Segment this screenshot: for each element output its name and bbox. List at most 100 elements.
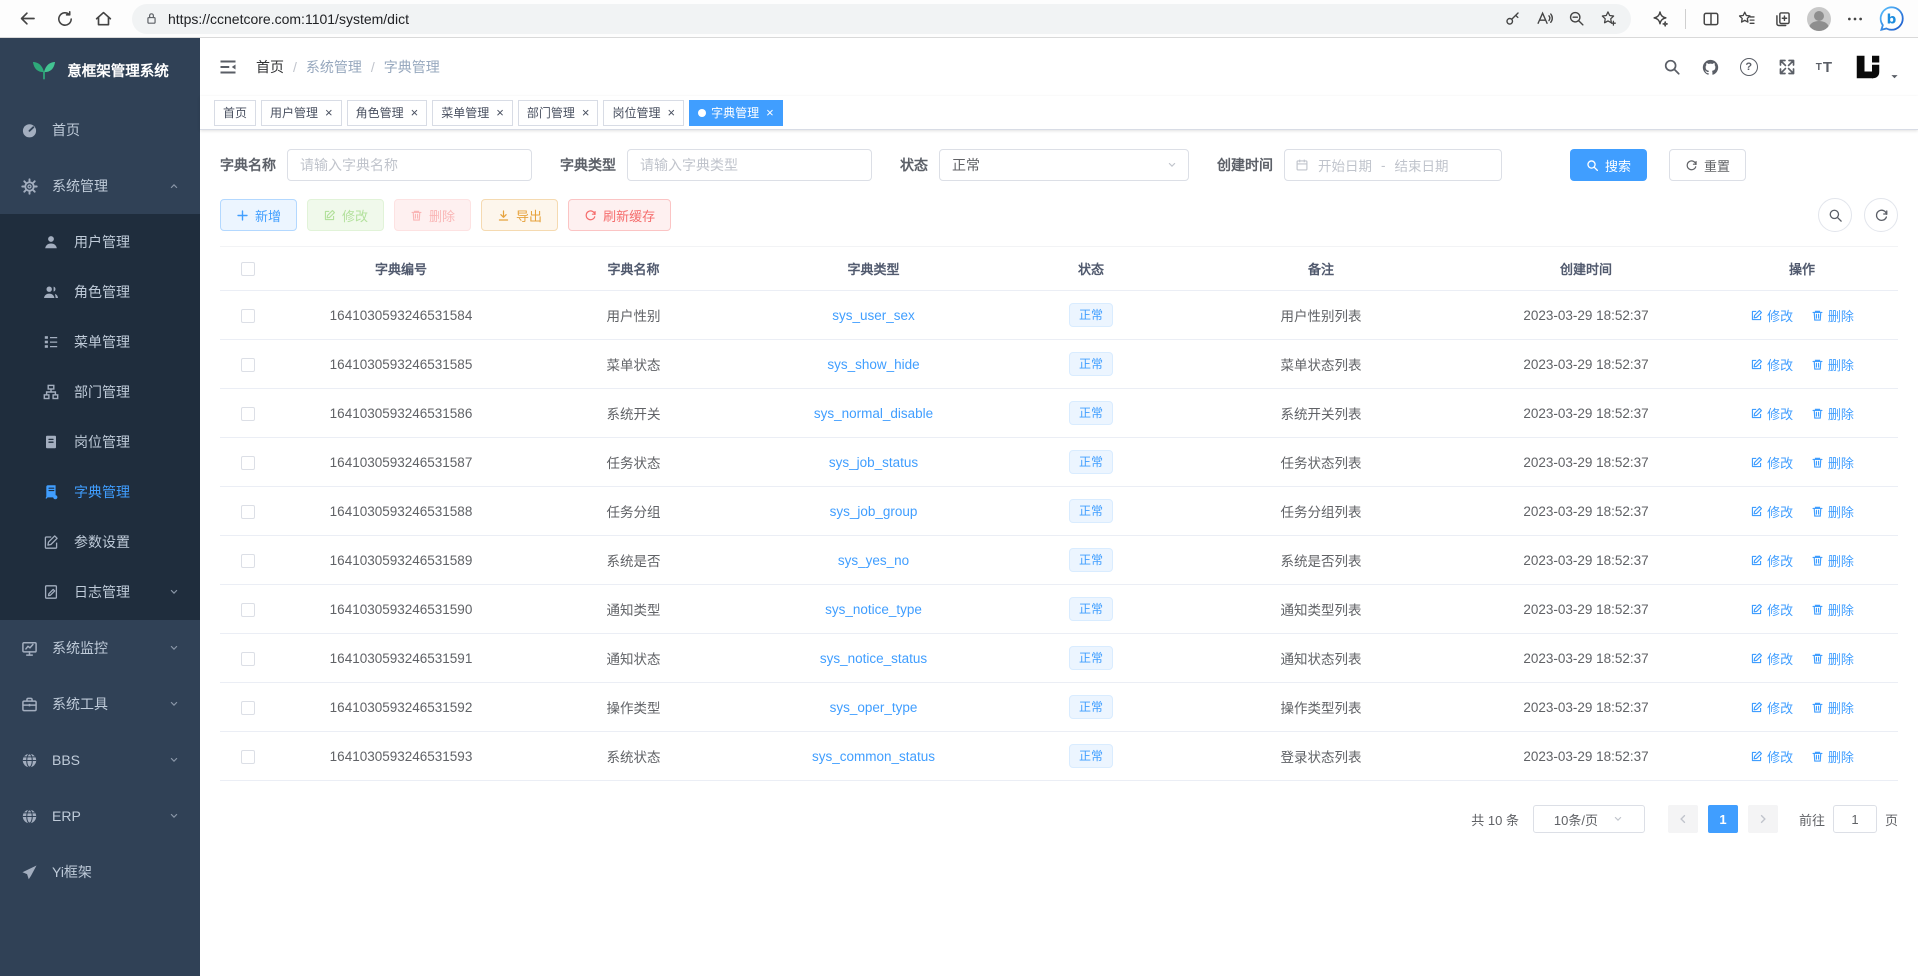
row-edit-button[interactable]: 修改 [1750, 404, 1793, 423]
split-screen-button[interactable] [1694, 3, 1728, 35]
show-search-toggle-button[interactable] [1818, 198, 1852, 232]
dict-type-link[interactable]: sys_yes_no [838, 553, 909, 568]
tab-menu[interactable]: 菜单管理 [432, 100, 513, 126]
row-edit-button[interactable]: 修改 [1750, 306, 1793, 325]
row-edit-button[interactable]: 修改 [1750, 600, 1793, 619]
row-edit-button[interactable]: 修改 [1750, 502, 1793, 521]
date-range-picker[interactable]: 开始日期 - 结束日期 [1284, 149, 1502, 181]
export-button[interactable]: 导出 [481, 199, 558, 231]
dict-type-link[interactable]: sys_show_hide [827, 357, 919, 372]
tab-close-icon[interactable] [496, 106, 504, 119]
prev-page-button[interactable] [1668, 805, 1698, 833]
row-checkbox[interactable] [241, 407, 255, 421]
row-checkbox[interactable] [241, 456, 255, 470]
row-checkbox[interactable] [241, 750, 255, 764]
favorites-button[interactable] [1730, 3, 1764, 35]
dict-type-link[interactable]: sys_user_sex [832, 308, 915, 323]
back-button[interactable] [10, 3, 44, 35]
password-button[interactable] [1497, 6, 1527, 32]
collections-button[interactable] [1766, 3, 1800, 35]
select-all-checkbox[interactable] [241, 262, 255, 276]
row-delete-button[interactable]: 删除 [1811, 747, 1854, 766]
tab-home[interactable]: 首页 [214, 100, 256, 126]
dict-type-link[interactable]: sys_job_group [830, 504, 918, 519]
sidebar-item-dict[interactable]: 字典管理 [0, 467, 200, 517]
dict-type-link[interactable]: sys_common_status [812, 749, 935, 764]
row-edit-button[interactable]: 修改 [1750, 649, 1793, 668]
tab-close-icon[interactable] [766, 106, 774, 119]
sidebar-item-home[interactable]: 首页 [0, 102, 200, 158]
tab-dept[interactable]: 部门管理 [518, 100, 599, 126]
home-button[interactable] [86, 3, 120, 35]
dict-name-input[interactable] [287, 149, 532, 181]
row-checkbox[interactable] [241, 603, 255, 617]
row-delete-button[interactable]: 删除 [1811, 551, 1854, 570]
tab-user[interactable]: 用户管理 [261, 100, 342, 126]
reload-button[interactable] [48, 3, 82, 35]
row-delete-button[interactable]: 删除 [1811, 306, 1854, 325]
breadcrumb-home[interactable]: 首页 [256, 57, 284, 77]
search-button[interactable]: 搜索 [1570, 149, 1647, 181]
row-edit-button[interactable]: 修改 [1750, 355, 1793, 374]
sidebar-item-monitor[interactable]: 系统监控 [0, 620, 200, 676]
sidebar-item-erp[interactable]: ERP [0, 788, 200, 844]
fullscreen-button[interactable] [1778, 58, 1796, 76]
sidebar-collapse-button[interactable] [218, 57, 238, 77]
extensions-button[interactable] [1643, 3, 1677, 35]
row-edit-button[interactable]: 修改 [1750, 551, 1793, 570]
tab-close-icon[interactable] [667, 106, 675, 119]
row-delete-button[interactable]: 删除 [1811, 649, 1854, 668]
page-number-1[interactable]: 1 [1708, 805, 1738, 833]
reset-button[interactable]: 重置 [1669, 149, 1746, 181]
row-delete-button[interactable]: 删除 [1811, 502, 1854, 521]
sidebar-item-tool[interactable]: 系统工具 [0, 676, 200, 732]
row-edit-button[interactable]: 修改 [1750, 453, 1793, 472]
github-button[interactable] [1701, 58, 1720, 77]
tab-post[interactable]: 岗位管理 [603, 100, 684, 126]
page-size-select[interactable]: 10条/页 [1533, 805, 1645, 833]
row-delete-button[interactable]: 删除 [1811, 600, 1854, 619]
row-delete-button[interactable]: 删除 [1811, 355, 1854, 374]
font-size-button[interactable]: TT [1816, 59, 1833, 76]
sidebar-item-dept[interactable]: 部门管理 [0, 367, 200, 417]
breadcrumb-system[interactable]: 系统管理 [284, 57, 362, 77]
add-button[interactable]: 新增 [220, 199, 297, 231]
edit-button[interactable]: 修改 [307, 199, 384, 231]
tab-close-icon[interactable] [325, 106, 333, 119]
dict-type-link[interactable]: sys_notice_type [825, 602, 922, 617]
user-menu[interactable] [1853, 52, 1900, 82]
dict-type-input[interactable] [627, 149, 872, 181]
row-delete-button[interactable]: 删除 [1811, 404, 1854, 423]
row-delete-button[interactable]: 删除 [1811, 453, 1854, 472]
sidebar-item-user[interactable]: 用户管理 [0, 217, 200, 267]
tab-dict-active[interactable]: 字典管理 [689, 100, 783, 126]
address-bar[interactable]: https://ccnetcore.com:1101/system/dict [132, 4, 1631, 34]
row-checkbox[interactable] [241, 554, 255, 568]
sidebar-item-log[interactable]: 日志管理 [0, 567, 200, 617]
sidebar-item-param[interactable]: 参数设置 [0, 517, 200, 567]
delete-button[interactable]: 删除 [394, 199, 471, 231]
zoom-out-button[interactable] [1561, 6, 1591, 32]
header-search-button[interactable] [1663, 58, 1681, 76]
sidebar-item-role[interactable]: 角色管理 [0, 267, 200, 317]
tab-close-icon[interactable] [411, 106, 419, 119]
row-checkbox[interactable] [241, 701, 255, 715]
dict-type-link[interactable]: sys_notice_status [820, 651, 927, 666]
refresh-table-button[interactable] [1864, 198, 1898, 232]
row-checkbox[interactable] [241, 358, 255, 372]
dict-type-link[interactable]: sys_job_status [829, 455, 918, 470]
help-button[interactable]: ? [1740, 58, 1758, 76]
row-checkbox[interactable] [241, 652, 255, 666]
tab-role[interactable]: 角色管理 [347, 100, 428, 126]
goto-page-input[interactable] [1833, 805, 1877, 833]
row-checkbox[interactable] [241, 505, 255, 519]
dict-type-link[interactable]: sys_normal_disable [814, 406, 933, 421]
add-favorite-button[interactable] [1593, 6, 1623, 32]
row-checkbox[interactable] [241, 309, 255, 323]
sidebar-item-bbs[interactable]: BBS [0, 732, 200, 788]
sidebar-item-post[interactable]: 岗位管理 [0, 417, 200, 467]
refresh-cache-button[interactable]: 刷新缓存 [568, 199, 671, 231]
sidebar-item-system[interactable]: 系统管理 [0, 158, 200, 214]
settings-more-button[interactable] [1838, 3, 1872, 35]
sidebar-item-menu[interactable]: 菜单管理 [0, 317, 200, 367]
